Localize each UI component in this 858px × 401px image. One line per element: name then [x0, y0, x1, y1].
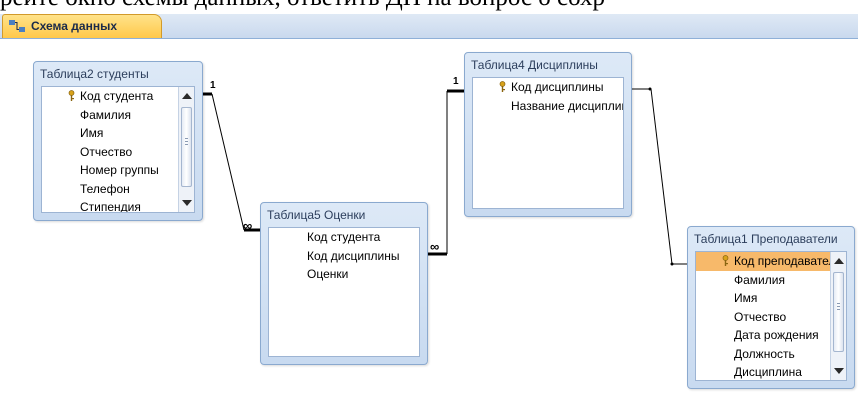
field-list: Код студента Код дисциплины Оценки	[268, 227, 420, 357]
vertical-scrollbar[interactable]	[178, 87, 194, 212]
field-item[interactable]: Отчество	[696, 308, 846, 327]
relationship-students-grades[interactable]	[202, 92, 261, 232]
field-item[interactable]: Код студента	[42, 87, 194, 106]
document-tab-bar: Схема данных	[0, 14, 858, 39]
key-icon	[722, 255, 729, 266]
field-item[interactable]: Телефон	[42, 180, 194, 199]
one-label-disciplines: 1	[453, 76, 459, 87]
scroll-thumb[interactable]	[181, 107, 192, 187]
scroll-down-icon[interactable]	[834, 368, 844, 374]
table-teachers[interactable]: Таблица1 Преподаватели Код преподавателя…	[687, 226, 855, 389]
key-icon	[68, 90, 75, 101]
table-title: Таблица2 студенты	[40, 67, 149, 81]
table-disciplines[interactable]: Таблица4 Дисциплины Код дисциплины Назва…	[464, 52, 632, 217]
field-item[interactable]: Дата рождения	[696, 326, 846, 345]
field-item[interactable]: Фамилия	[42, 106, 194, 125]
key-icon	[499, 81, 506, 92]
field-item[interactable]: Дисциплина	[696, 363, 846, 380]
table-title: Таблица5 Оценки	[267, 208, 366, 222]
field-list: Код преподавателя Фамилия Имя Отчество Д…	[695, 251, 847, 381]
table-grades[interactable]: Таблица5 Оценки Код студента Код дисципл…	[260, 202, 428, 365]
scroll-up-icon[interactable]	[182, 93, 192, 99]
field-item[interactable]: Стипендия	[42, 198, 194, 212]
scroll-down-icon[interactable]	[182, 200, 192, 206]
field-item[interactable]: Имя	[42, 124, 194, 143]
field-item[interactable]: Код дисциплины	[269, 247, 419, 266]
scroll-thumb[interactable]	[833, 272, 844, 352]
field-item[interactable]: Код студента	[269, 228, 419, 247]
many-label-grades-students: ∞	[243, 218, 253, 233]
relationship-disciplines-grades[interactable]	[427, 89, 465, 256]
field-item[interactable]: Отчество	[42, 143, 194, 162]
relationships-canvas[interactable]: 1 ∞ 1 ∞ Таблица2 студенты Код студента Ф…	[0, 39, 858, 401]
vertical-scrollbar[interactable]	[830, 252, 846, 380]
field-item[interactable]: Должность	[696, 345, 846, 364]
background-document-text: рейте окно схемы данных, ответить ДП на …	[0, 0, 858, 14]
tab-relationships[interactable]: Схема данных	[2, 14, 162, 38]
scroll-up-icon[interactable]	[834, 258, 844, 264]
relationship-disciplines-teachers[interactable]	[632, 87, 688, 266]
field-list: Код студента Фамилия Имя Отчество Номер …	[41, 86, 195, 213]
many-label-grades-disciplines: ∞	[430, 239, 440, 254]
relationships-icon	[9, 20, 25, 32]
field-item[interactable]: Название дисциплины	[473, 97, 623, 116]
table-students[interactable]: Таблица2 студенты Код студента Фамилия И…	[33, 61, 203, 221]
field-item[interactable]: Оценки	[269, 265, 419, 284]
tab-label: Схема данных	[31, 19, 117, 33]
field-item[interactable]: Фамилия	[696, 271, 846, 290]
field-item-selected[interactable]: Код преподавателя	[696, 252, 846, 271]
field-list: Код дисциплины Название дисциплины	[472, 77, 624, 209]
one-label-students: 1	[210, 80, 216, 91]
table-title: Таблица4 Дисциплины	[471, 58, 598, 72]
table-title: Таблица1 Преподаватели	[694, 232, 838, 246]
field-item[interactable]: Номер группы	[42, 161, 194, 180]
field-item[interactable]: Имя	[696, 289, 846, 308]
field-item[interactable]: Код дисциплины	[473, 78, 623, 97]
